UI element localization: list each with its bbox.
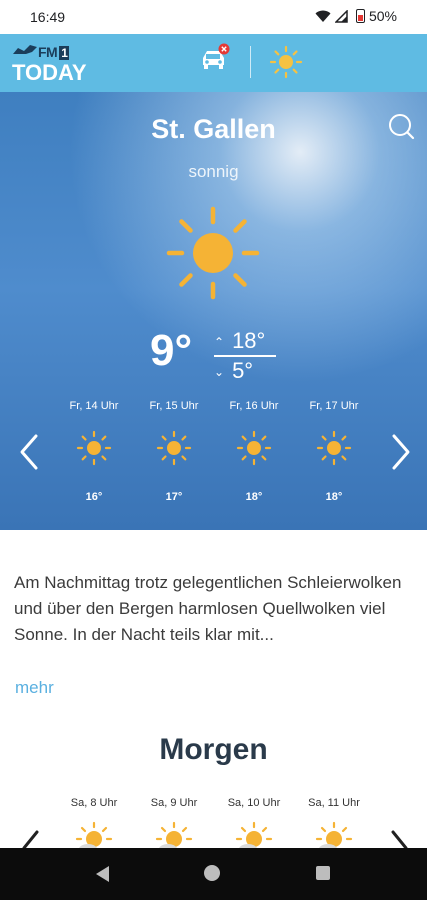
hour-time: Fr, 14 Uhr: [69, 400, 119, 412]
weather-description: Am Nachmittag trotz gelegentlichen Schle…: [14, 573, 402, 644]
tomorrow-hour-item[interactable]: Sa, 11 Uhr: [294, 797, 374, 849]
sun-icon: [236, 430, 272, 466]
weather-hero: St. Gallen sonnig 9° ⌃ 18° ⌄ 5° Fr, 14 U…: [0, 92, 427, 530]
hour-time: Sa, 9 Uhr: [150, 797, 198, 809]
tomorrow-hour-item[interactable]: Sa, 9 Uhr: [134, 797, 214, 849]
low-temperature: ⌄ 5°: [214, 358, 253, 384]
status-time: 16:49: [30, 9, 66, 25]
recents-icon[interactable]: [316, 866, 330, 880]
tomorrow-forecast: Sa, 8 Uhr Sa, 9 Uhr Sa, 10 Uhr Sa, 11 Uh…: [54, 797, 374, 849]
chevron-right-icon: [391, 830, 408, 850]
weather-condition: sonnig: [188, 162, 239, 181]
sun-cloud-icon: [74, 821, 114, 849]
hour-temp: 18°: [245, 491, 263, 503]
sun-cloud-icon: [234, 821, 274, 849]
battery-percent: 50%: [368, 8, 397, 24]
weather-button[interactable]: [268, 44, 304, 80]
hour-item[interactable]: Fr, 17 Uhr 18°: [294, 400, 374, 503]
sun-icon: [166, 206, 260, 300]
sun-icon: [316, 430, 352, 466]
hour-temp: 16°: [85, 491, 103, 503]
city-name: St. Gallen: [151, 114, 276, 144]
app-header: FM 1 TODAY: [0, 34, 427, 92]
logo-badge: 1: [59, 46, 70, 60]
fm1-today-logo[interactable]: FM 1 TODAY: [12, 40, 87, 88]
signal-icon: [334, 9, 348, 23]
low-temp-value: 5°: [232, 358, 254, 383]
hour-time: Sa, 10 Uhr: [227, 797, 281, 809]
hour-item[interactable]: Fr, 15 Uhr 17°: [134, 400, 214, 503]
high-temperature: ⌃ 18°: [214, 328, 265, 354]
wifi-icon: [315, 10, 331, 22]
more-link[interactable]: mehr: [15, 678, 54, 698]
traffic-button[interactable]: [197, 42, 233, 78]
tomorrow-hour-item[interactable]: Sa, 10 Uhr: [214, 797, 294, 849]
caret-up-icon: ⌃: [214, 335, 225, 350]
search-button[interactable]: [386, 112, 416, 142]
battery-icon: [355, 9, 365, 23]
hour-time: Sa, 8 Uhr: [70, 797, 118, 809]
system-nav-bar: [0, 848, 427, 900]
header-divider: [250, 46, 251, 78]
tomorrow-title: Morgen: [159, 733, 268, 766]
current-temperature: 9°: [150, 326, 193, 375]
traffic-car-icon: [203, 43, 230, 69]
sun-cloud-icon: [154, 821, 194, 849]
logo-today: TODAY: [12, 60, 87, 85]
status-bar: 16:49 50%: [0, 0, 427, 34]
chevron-left-icon: [20, 434, 38, 470]
logo-top: FM 1: [38, 44, 70, 60]
hour-item[interactable]: Fr, 14 Uhr 16°: [54, 400, 134, 503]
next-hours-button[interactable]: [386, 432, 414, 472]
hour-time: Fr, 15 Uhr: [149, 400, 199, 412]
hour-temp: 17°: [165, 491, 183, 503]
sun-cloud-icon: [314, 821, 354, 849]
hour-time: Fr, 17 Uhr: [309, 400, 359, 412]
hour-item[interactable]: Fr, 16 Uhr 18°: [214, 400, 294, 503]
status-icons: 50%: [315, 8, 397, 24]
back-icon[interactable]: [96, 866, 109, 882]
hour-time: Fr, 16 Uhr: [229, 400, 279, 412]
chevron-left-icon: [22, 830, 39, 850]
prev-hours-button[interactable]: [16, 432, 44, 472]
home-icon[interactable]: [204, 865, 220, 881]
tomorrow-next-button[interactable]: [386, 828, 412, 850]
chevron-right-icon: [392, 434, 410, 470]
temp-divider: [214, 355, 276, 357]
sun-icon: [156, 430, 192, 466]
caret-down-icon: ⌄: [214, 365, 225, 380]
search-icon: [389, 114, 415, 140]
sun-icon: [76, 430, 112, 466]
tomorrow-prev-button[interactable]: [18, 828, 44, 850]
hour-time: Sa, 11 Uhr: [308, 797, 360, 809]
weather-sun-icon: [269, 45, 303, 79]
hourly-forecast: Fr, 14 Uhr 16° Fr, 15 Uhr 17° Fr, 16 Uhr…: [54, 400, 374, 503]
logo-mark-icon: [13, 45, 37, 54]
high-temp-value: 18°: [232, 328, 266, 353]
logo-fm: FM: [38, 44, 58, 60]
hour-temp: 18°: [325, 491, 343, 503]
tomorrow-hour-item[interactable]: Sa, 8 Uhr: [54, 797, 134, 849]
